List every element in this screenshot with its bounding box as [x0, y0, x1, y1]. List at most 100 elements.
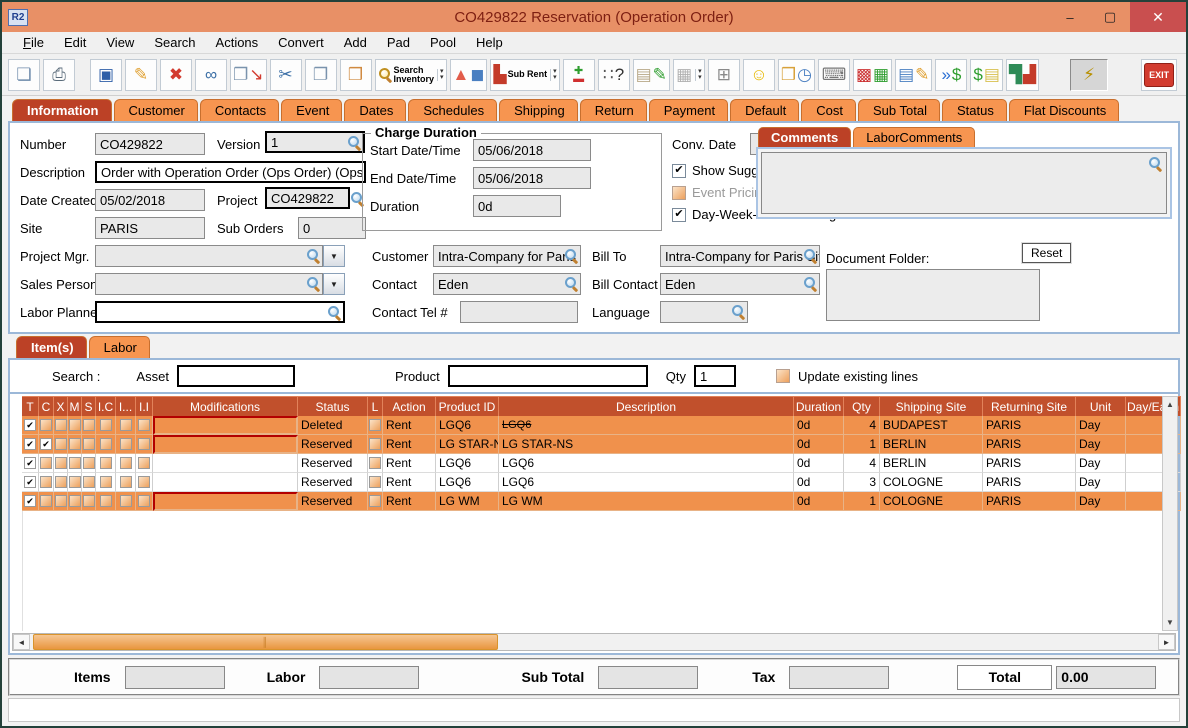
checkbox-icon[interactable]: [369, 457, 381, 469]
product-input[interactable]: [448, 365, 648, 387]
row-checkbox-cell[interactable]: [39, 492, 54, 511]
tab-dates[interactable]: Dates: [344, 99, 406, 121]
update-existing-checkbox[interactable]: [776, 369, 790, 383]
l-checkbox-cell[interactable]: [368, 473, 383, 492]
scroll-left-icon[interactable]: ◄: [13, 634, 30, 650]
org-chart-button[interactable]: ⊞: [708, 59, 740, 91]
language-search-icon[interactable]: [731, 304, 746, 319]
lightning-button[interactable]: ⚡: [1070, 59, 1108, 91]
checkbox-icon[interactable]: [40, 495, 52, 507]
checkbox-icon[interactable]: [120, 438, 132, 450]
checkbox-icon[interactable]: [369, 495, 381, 507]
tab-schedules[interactable]: Schedules: [408, 99, 497, 121]
reset-button[interactable]: Reset: [1022, 243, 1071, 263]
notes-button[interactable]: ▤✎: [633, 59, 670, 91]
row-checkbox-cell[interactable]: [39, 473, 54, 492]
checkbox-icon[interactable]: [369, 438, 381, 450]
sub-rent-button[interactable]: ▙Sub Rent▾▾: [490, 59, 559, 91]
row-checkbox-cell[interactable]: ✔: [22, 416, 39, 435]
edit-pencil-button[interactable]: ✎: [125, 59, 157, 91]
contact-search-icon[interactable]: [564, 276, 579, 291]
column-header-product-id[interactable]: Product ID: [436, 396, 499, 416]
find-binoculars-button[interactable]: ∞: [195, 59, 227, 91]
tab-flat-discounts[interactable]: Flat Discounts: [1009, 99, 1119, 121]
row-checkbox-cell[interactable]: [136, 416, 153, 435]
row-checkbox-cell[interactable]: ✔: [22, 492, 39, 511]
date-created-field[interactable]: 05/02/2018: [95, 189, 205, 211]
checkbox-icon[interactable]: [138, 476, 150, 488]
copy-button[interactable]: ❐: [305, 59, 337, 91]
tab-event[interactable]: Event: [281, 99, 342, 121]
checkbox-icon[interactable]: ✔: [24, 438, 36, 450]
menu-item-help[interactable]: Help: [467, 33, 512, 52]
copy-special-button[interactable]: ❐↘: [230, 59, 267, 91]
checkbox-icon[interactable]: ✔: [672, 164, 686, 178]
checkbox-icon[interactable]: [120, 476, 132, 488]
minimize-button[interactable]: –: [1050, 2, 1090, 32]
row-checkbox-cell[interactable]: [82, 492, 96, 511]
column-header-unit[interactable]: Unit: [1076, 396, 1126, 416]
row-checkbox-cell[interactable]: ✔: [22, 454, 39, 473]
cut-button[interactable]: ✂: [270, 59, 302, 91]
customer-field[interactable]: Intra-Company for Paris Site: [433, 245, 581, 267]
save-button[interactable]: ▣: [90, 59, 122, 91]
checkbox-icon[interactable]: [138, 495, 150, 507]
row-checkbox-cell[interactable]: ✔: [22, 435, 39, 454]
dropdown-arrows-icon[interactable]: ▾▾: [437, 69, 444, 81]
column-header-description[interactable]: Description: [499, 396, 794, 416]
table-row[interactable]: ✔ReservedRentLG WMLG WM0d1COLOGNEPARISDa…: [22, 492, 1162, 511]
row-checkbox-cell[interactable]: [39, 454, 54, 473]
folder-clock-button[interactable]: ❒◷: [778, 59, 815, 91]
menu-item-actions[interactable]: Actions: [207, 33, 268, 52]
checkbox-icon[interactable]: [120, 457, 132, 469]
row-checkbox-cell[interactable]: [68, 473, 82, 492]
row-checkbox-cell[interactable]: [54, 473, 68, 492]
dropdown-arrows-icon[interactable]: ▾▾: [695, 69, 702, 81]
scroll-down-icon[interactable]: ▼: [1166, 615, 1174, 630]
row-checkbox-cell[interactable]: [116, 416, 136, 435]
bill-to-search-icon[interactable]: [803, 248, 818, 263]
language-field[interactable]: [660, 301, 748, 323]
tab-cost[interactable]: Cost: [801, 99, 856, 121]
column-header-i-[interactable]: I...: [116, 396, 136, 416]
row-checkbox-cell[interactable]: [96, 492, 116, 511]
row-checkbox-cell[interactable]: [82, 416, 96, 435]
l-checkbox-cell[interactable]: [368, 454, 383, 473]
labor-planner-field[interactable]: [95, 301, 345, 323]
number-field[interactable]: CO429822: [95, 133, 205, 155]
row-checkbox-cell[interactable]: [54, 492, 68, 511]
checkbox-icon[interactable]: ✔: [40, 438, 52, 450]
close-button[interactable]: ✕: [1130, 2, 1186, 32]
project-field[interactable]: CO429822: [265, 187, 350, 209]
checkbox-icon[interactable]: ✔: [24, 419, 36, 431]
project-mgr-dropdown[interactable]: ▼: [323, 245, 345, 267]
row-checkbox-cell[interactable]: [136, 454, 153, 473]
checkbox-icon[interactable]: ✔: [24, 457, 36, 469]
sales-person-dropdown[interactable]: ▼: [323, 273, 345, 295]
tab-customer[interactable]: Customer: [114, 99, 198, 121]
column-header-returning-site[interactable]: Returning Site: [983, 396, 1076, 416]
row-checkbox-cell[interactable]: [68, 492, 82, 511]
new-document-button[interactable]: ❏: [8, 59, 40, 91]
menu-item-pool[interactable]: Pool: [421, 33, 465, 52]
menu-item-pad[interactable]: Pad: [378, 33, 419, 52]
column-header-t[interactable]: T: [22, 396, 39, 416]
version-field[interactable]: 1: [265, 131, 365, 153]
checkbox-icon[interactable]: [100, 495, 112, 507]
checkbox-icon[interactable]: [100, 476, 112, 488]
checkbox-icon[interactable]: [138, 419, 150, 431]
tab-return[interactable]: Return: [580, 99, 647, 121]
scroll-up-icon[interactable]: ▲: [1166, 397, 1174, 412]
tab-item-s-[interactable]: Item(s): [16, 336, 87, 358]
qty-input[interactable]: 1: [694, 365, 736, 387]
checkbox-icon[interactable]: [55, 476, 67, 488]
options-question-button[interactable]: ∷?: [598, 59, 630, 91]
row-checkbox-cell[interactable]: [68, 416, 82, 435]
tab-laborcomments[interactable]: LaborComments: [853, 127, 975, 147]
row-checkbox-cell[interactable]: [116, 473, 136, 492]
checkbox-icon[interactable]: [69, 476, 81, 488]
row-checkbox-cell[interactable]: [82, 454, 96, 473]
checkbox-icon[interactable]: [83, 419, 95, 431]
row-checkbox-cell[interactable]: [96, 435, 116, 454]
comments-textarea[interactable]: [761, 152, 1167, 214]
